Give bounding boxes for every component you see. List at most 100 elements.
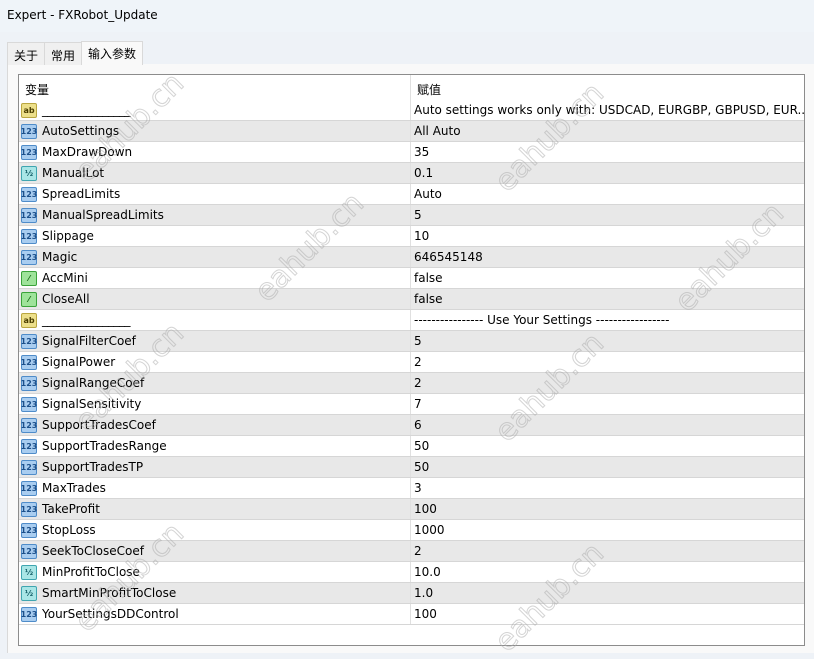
integer-icon: 123 (21, 501, 37, 517)
table-row[interactable]: 123 SignalPower 2 (19, 352, 804, 373)
param-name-cell[interactable]: 123 SeekToCloseCoef (19, 541, 411, 561)
header-variable[interactable]: 变量 (19, 75, 411, 100)
param-value[interactable]: Auto (411, 184, 804, 204)
param-name-cell[interactable]: ½ ManualLot (19, 163, 411, 183)
table-row[interactable]: 123 SupportTradesRange 50 (19, 436, 804, 457)
param-name-cell[interactable]: 123 SupportTradesTP (19, 457, 411, 477)
param-name-cell[interactable]: 123 SupportTradesCoef (19, 415, 411, 435)
table-row[interactable]: ab ________________ Auto settings works on… (19, 100, 804, 121)
param-name-cell[interactable]: 123 SignalPower (19, 352, 411, 372)
param-value[interactable]: 646545148 (411, 247, 804, 267)
param-name-cell[interactable]: 123 Magic (19, 247, 411, 267)
param-name: StopLoss (42, 523, 96, 537)
param-name: ManualLot (42, 166, 105, 180)
table-row[interactable]: ½ MinProfitToClose 10.0 (19, 562, 804, 583)
table-row[interactable]: ½ SmartMinProfitToClose 1.0 (19, 583, 804, 604)
param-value[interactable]: 1000 (411, 520, 804, 540)
table-row[interactable]: 123 SupportTradesCoef 6 (19, 415, 804, 436)
param-value[interactable]: All Auto (411, 121, 804, 141)
param-name-cell[interactable]: ⁄ AccMini (19, 268, 411, 288)
param-name: SupportTradesCoef (42, 418, 156, 432)
table-row[interactable]: ½ ManualLot 0.1 (19, 163, 804, 184)
param-name-cell[interactable]: 123 AutoSettings (19, 121, 411, 141)
table-row[interactable]: 123 YourSettingsDDControl 100 (19, 604, 804, 625)
boolean-icon: ⁄ (21, 270, 37, 286)
param-value[interactable]: 2 (411, 373, 804, 393)
double-icon: ½ (21, 564, 37, 580)
param-value[interactable]: 100 (411, 499, 804, 519)
table-row[interactable]: ab ________________ ---------------- Use Y… (19, 310, 804, 331)
table-row[interactable]: 123 MaxDrawDown 35 (19, 142, 804, 163)
param-value[interactable]: 3 (411, 478, 804, 498)
tab-common[interactable]: 常用 (44, 42, 83, 65)
param-name-cell[interactable]: 123 SpreadLimits (19, 184, 411, 204)
table-row[interactable]: 123 TakeProfit 100 (19, 499, 804, 520)
param-name-cell[interactable]: ½ MinProfitToClose (19, 562, 411, 582)
param-name-cell[interactable]: 123 SupportTradesRange (19, 436, 411, 456)
table-row[interactable]: 123 ManualSpreadLimits 5 (19, 205, 804, 226)
param-name: SmartMinProfitToClose (42, 586, 177, 600)
table-row[interactable]: 123 SignalFilterCoef 5 (19, 331, 804, 352)
param-value[interactable]: 35 (411, 142, 804, 162)
table-row[interactable]: 123 SpreadLimits Auto (19, 184, 804, 205)
param-value[interactable]: 5 (411, 331, 804, 351)
table-row[interactable]: 123 SignalRangeCoef 2 (19, 373, 804, 394)
param-value[interactable]: Auto settings works only with: USDCAD, E… (411, 100, 804, 120)
param-name-cell[interactable]: 123 MaxDrawDown (19, 142, 411, 162)
param-value[interactable]: 0.1 (411, 163, 804, 183)
table-row[interactable]: 123 Magic 646545148 (19, 247, 804, 268)
param-name: SeekToCloseCoef (42, 544, 144, 558)
param-value[interactable]: 100 (411, 604, 804, 624)
param-name: SupportTradesTP (42, 460, 144, 474)
param-value[interactable]: 7 (411, 394, 804, 414)
table-row[interactable]: 123 StopLoss 1000 (19, 520, 804, 541)
param-value[interactable]: 50 (411, 457, 804, 477)
table-row[interactable]: 123 MaxTrades 3 (19, 478, 804, 499)
tab-about[interactable]: 关于 (7, 42, 46, 65)
param-name-cell[interactable]: 123 StopLoss (19, 520, 411, 540)
param-name: Slippage (42, 229, 94, 243)
table-row[interactable]: ⁄ CloseAll false (19, 289, 804, 310)
header-value[interactable]: 赋值 (411, 75, 804, 100)
param-name-cell[interactable]: 123 SignalRangeCoef (19, 373, 411, 393)
param-value[interactable]: 6 (411, 415, 804, 435)
table-row[interactable]: 123 SeekToCloseCoef 2 (19, 541, 804, 562)
integer-icon: 123 (21, 144, 37, 160)
table-row[interactable]: ⁄ AccMini false (19, 268, 804, 289)
param-value[interactable]: 10.0 (411, 562, 804, 582)
param-name-cell[interactable]: ab ________________ (19, 100, 411, 120)
param-name: YourSettingsDDControl (42, 607, 179, 621)
param-value[interactable]: 10 (411, 226, 804, 246)
table-row[interactable]: 123 SignalSensitivity 7 (19, 394, 804, 415)
param-value[interactable]: false (411, 268, 804, 288)
tab-bar: 关于 常用 输入参数 (7, 41, 144, 65)
param-name-cell[interactable]: 123 SignalSensitivity (19, 394, 411, 414)
param-value[interactable]: ---------------- Use Your Settings -----… (411, 310, 804, 330)
double-icon: ½ (21, 585, 37, 601)
tab-inputs[interactable]: 输入参数 (81, 41, 144, 65)
param-name-cell[interactable]: 123 MaxTrades (19, 478, 411, 498)
param-value[interactable]: false (411, 289, 804, 309)
param-value[interactable]: 2 (411, 352, 804, 372)
param-value[interactable]: 5 (411, 205, 804, 225)
param-name-cell[interactable]: 123 YourSettingsDDControl (19, 604, 411, 624)
param-name-cell[interactable]: ½ SmartMinProfitToClose (19, 583, 411, 603)
param-value[interactable]: 50 (411, 436, 804, 456)
integer-icon: 123 (21, 228, 37, 244)
param-value[interactable]: 1.0 (411, 583, 804, 603)
table-row[interactable]: 123 AutoSettings All Auto (19, 121, 804, 142)
param-name: CloseAll (42, 292, 90, 306)
table-row[interactable]: 123 SupportTradesTP 50 (19, 457, 804, 478)
double-icon: ½ (21, 165, 37, 181)
parameters-table: 变量 赋值 ab ________________ Auto settings wo… (18, 74, 805, 646)
param-name: TakeProfit (42, 502, 100, 516)
param-name-cell[interactable]: 123 SignalFilterCoef (19, 331, 411, 351)
param-name: SignalFilterCoef (42, 334, 136, 348)
param-name-cell[interactable]: ⁄ CloseAll (19, 289, 411, 309)
param-name-cell[interactable]: 123 ManualSpreadLimits (19, 205, 411, 225)
param-name-cell[interactable]: ab ________________ (19, 310, 411, 330)
param-value[interactable]: 2 (411, 541, 804, 561)
table-row[interactable]: 123 Slippage 10 (19, 226, 804, 247)
param-name-cell[interactable]: 123 TakeProfit (19, 499, 411, 519)
param-name-cell[interactable]: 123 Slippage (19, 226, 411, 246)
